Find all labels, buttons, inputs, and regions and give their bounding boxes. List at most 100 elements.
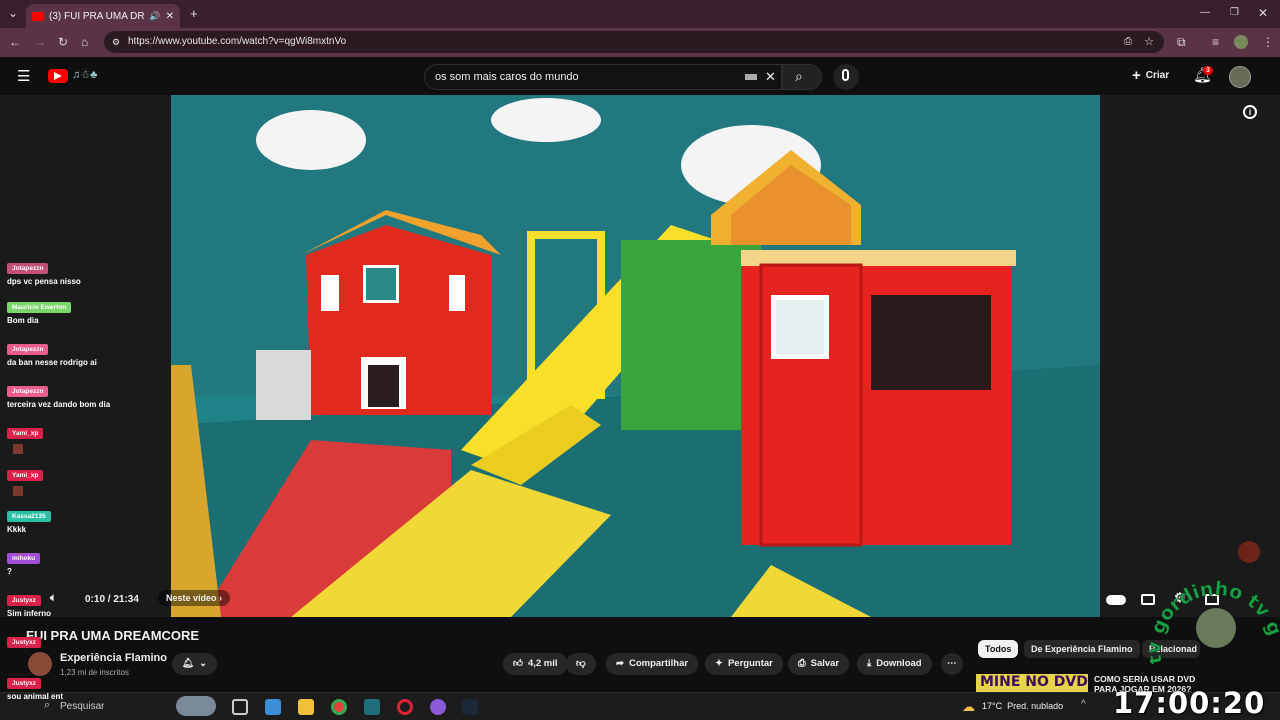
chip-channel[interactable]: De Experiência Flamino — [1024, 640, 1140, 658]
opera-icon[interactable] — [397, 699, 413, 715]
recommended-thumbnail[interactable]: MINE NO DVD — [976, 674, 1088, 694]
file-explorer-icon[interactable] — [298, 699, 314, 715]
minimize-icon[interactable]: — — [1200, 8, 1210, 18]
download-icon: ⤓ — [867, 658, 872, 669]
thumbnail-text: MINE NO DVD — [980, 674, 1088, 690]
share-button[interactable]: ➦ Compartilhar — [606, 653, 699, 675]
messenger-icon[interactable] — [430, 699, 446, 715]
stream-watermark: tv gordinho tv gordinho — [1150, 568, 1280, 666]
hamburger-menu-icon[interactable]: ☰ — [17, 69, 30, 84]
share-label: Compartilhar — [628, 658, 689, 669]
notification-badge: 3 — [1203, 66, 1213, 75]
tab-list-icon[interactable]: ⌄ — [8, 7, 18, 19]
chat-message: Justyxz — [7, 637, 41, 648]
keyboard-icon[interactable] — [745, 74, 757, 80]
window-close-icon[interactable]: ✕ — [1258, 7, 1268, 19]
chat-username: Jotapezzn — [7, 344, 49, 355]
chat-username: Justyxz — [7, 637, 41, 648]
home-icon[interactable]: ⌂ — [81, 36, 88, 48]
install-icon[interactable]: ⎙ — [1124, 31, 1132, 53]
task-view-icon[interactable] — [232, 699, 248, 715]
audio-icon[interactable]: 🔊 — [149, 11, 160, 22]
browser-tab[interactable]: (3) FUI PRA UMA DREAMCORE 🔊 ✕ — [26, 4, 180, 28]
chat-emote-icon — [13, 444, 23, 454]
ask-button[interactable]: ✦ Perguntar — [705, 653, 783, 675]
back-icon[interactable]: ← — [9, 36, 21, 48]
time-display: 0:10 / 21:34 — [85, 594, 139, 605]
new-tab-icon[interactable]: + — [190, 7, 198, 20]
autoplay-toggle[interactable] — [1106, 595, 1126, 605]
more-icon: ⋯ — [947, 658, 957, 669]
channel-avatar[interactable] — [28, 652, 52, 676]
chat-message: Yami_xp — [7, 428, 44, 454]
info-icon[interactable]: i — [1243, 105, 1257, 119]
video-player[interactable]: Jotapezzn dps vc pensa nisso Mauricio Ew… — [0, 95, 1280, 617]
chat-message: Kassa2135 Kkkk — [7, 511, 51, 534]
media-control-icon[interactable]: ≡ — [1212, 36, 1219, 48]
thumbs-down-icon: 👎︎ — [576, 658, 586, 669]
chat-text: sou animal ent — [7, 692, 64, 701]
forward-icon[interactable]: → — [34, 36, 46, 48]
chat-message: Mauricio Ewerton Bom dia — [7, 302, 72, 325]
ask-label: Perguntar — [727, 658, 773, 669]
video-frame — [171, 95, 1100, 617]
clear-search-icon[interactable]: ✕ — [765, 65, 776, 89]
weather-text[interactable]: 17°C Pred. nublado — [982, 701, 1063, 711]
chat-emote-icon — [13, 486, 23, 496]
download-label: Download — [876, 658, 922, 669]
search-button[interactable]: ⌕ — [782, 64, 822, 90]
more-actions-button[interactable]: ⋯ — [941, 653, 963, 675]
browser-menu-icon[interactable]: ⋮ — [1262, 36, 1274, 48]
steam-icon[interactable] — [462, 699, 478, 715]
chrome-icon[interactable] — [331, 699, 347, 715]
chat-message: mihoku ? — [7, 553, 41, 576]
weather-icon: ☁ — [962, 699, 975, 714]
bookmark-icon: ⎙ — [798, 658, 806, 669]
chat-username: Jotapezzn — [7, 263, 49, 274]
extensions-icon[interactable]: ⧉ — [1177, 36, 1186, 48]
windows-taskbar: ⌕ Pesquisar ☁ 17°C Pred. nublado ^ — [0, 692, 1280, 720]
like-button[interactable]: 👍︎ 4,2 mil — [503, 653, 568, 675]
tray-chevron-icon[interactable]: ^ — [1081, 699, 1086, 710]
address-bar[interactable]: ⚙ https://www.youtube.com/watch?v=qgWi8m… — [104, 31, 1164, 53]
account-avatar[interactable] — [1229, 66, 1251, 88]
search-icon: ⌕ — [795, 68, 803, 84]
chapter-button[interactable]: Neste vídeo › — [158, 590, 231, 606]
reload-icon[interactable]: ↻ — [58, 36, 68, 48]
bookmark-star-icon[interactable]: ☆ — [1144, 31, 1154, 53]
volume-icon[interactable]: 🔈︎ — [50, 592, 57, 605]
like-count: 4,2 mil — [527, 658, 558, 669]
search-input[interactable]: os som mais caros do mundo ✕ — [424, 64, 782, 90]
chat-text: Kkkk — [7, 525, 27, 534]
thumbs-up-icon: 👍︎ — [513, 658, 523, 669]
create-button[interactable]: + Criar — [1132, 67, 1169, 84]
chat-text: terceira vez dando bom dia — [7, 400, 111, 409]
chat-message: Justyxz Sim inferno — [7, 595, 51, 617]
save-label: Salvar — [810, 658, 840, 669]
taskbar-search-input[interactable]: Pesquisar — [60, 701, 104, 712]
store-icon[interactable] — [265, 699, 281, 715]
chat-username: Yami_xp — [7, 470, 44, 481]
chip-all[interactable]: Todos — [978, 640, 1019, 658]
subscribed-bell-button[interactable]: 🔔︎ ⌄ — [172, 653, 218, 675]
video-title: FUI PRA UMA DREAMCORE — [26, 628, 200, 643]
channel-name[interactable]: Experiência Flamino — [60, 652, 167, 664]
dislike-button[interactable]: 👎︎ — [566, 653, 596, 675]
chapter-label: Neste vídeo — [166, 593, 217, 603]
voice-search-button[interactable] — [833, 64, 859, 90]
channel-watermark-icon[interactable] — [1238, 541, 1260, 563]
restore-icon[interactable]: ❐ — [1230, 8, 1239, 18]
chat-text: Bom dia — [7, 316, 39, 325]
app-icon[interactable] — [364, 699, 380, 715]
download-button[interactable]: ⤓ Download — [857, 653, 932, 675]
chat-text: da ban nesse rodrigo ai — [7, 358, 97, 367]
tab-close-icon[interactable]: ✕ — [166, 11, 174, 22]
save-button[interactable]: ⎙ Salvar — [788, 653, 850, 675]
search-highlight-icon — [176, 696, 216, 716]
youtube-favicon-icon — [32, 11, 44, 21]
profile-avatar[interactable] — [1234, 35, 1248, 49]
tab-title: (3) FUI PRA UMA DREAMCORE — [49, 10, 145, 22]
chat-message: Jotapezzn dps vc pensa nisso — [7, 263, 81, 286]
youtube-header: ☰ ♫☃♣ os som mais caros do mundo ✕ ⌕ + C… — [0, 57, 1280, 95]
site-info-icon[interactable]: ⚙ — [112, 31, 120, 53]
